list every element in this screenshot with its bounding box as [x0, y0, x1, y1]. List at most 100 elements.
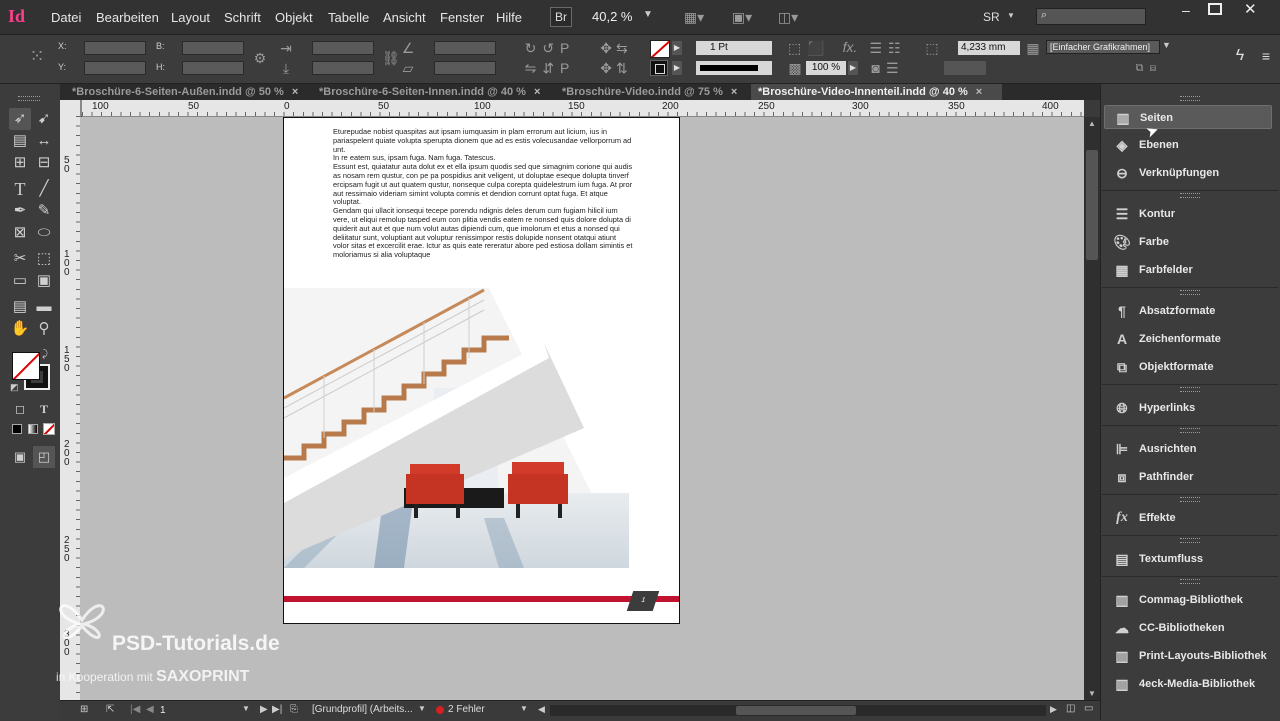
horizontal-scroll-thumb[interactable]	[736, 706, 856, 715]
stroke-menu-icon[interactable]: ▶	[672, 61, 682, 75]
layout-view-icon[interactable]: ▭	[1084, 703, 1093, 714]
gradient-feather-tool-icon[interactable]: ▣	[33, 270, 55, 292]
scroll-up-icon[interactable]: ▲	[1088, 119, 1096, 128]
link-scale-icon[interactable]: ⛓	[382, 49, 400, 67]
tools-grip[interactable]	[18, 96, 40, 101]
zoom-dropdown-icon[interactable]: ▼	[643, 9, 653, 20]
formatting-text-icon[interactable]: T	[33, 398, 55, 420]
tab-broschuere-innen[interactable]: *Broschüre-6-Seiten-Innen.indd @ 40 % ×	[313, 84, 559, 100]
formatting-container-icon[interactable]: ◻	[9, 398, 31, 420]
free-transform-tool-icon[interactable]: ⬚	[33, 248, 55, 270]
preflight-profile[interactable]: [Grundprofil] (Arbeits...	[312, 704, 412, 715]
default-colors-icon[interactable]: ◩	[10, 382, 19, 393]
fill-swatch[interactable]	[650, 40, 670, 58]
panel-group-grip[interactable]	[1180, 497, 1200, 502]
gap-tool-icon[interactable]: ↔	[33, 130, 55, 152]
normal-view-icon[interactable]: ▣	[9, 446, 31, 468]
menu-fenster[interactable]: Fenster	[440, 10, 484, 25]
scale-x-field[interactable]	[312, 41, 374, 55]
page-dropdown-icon[interactable]: ▼	[242, 704, 250, 713]
menu-datei[interactable]: Datei	[51, 10, 81, 25]
panel-group-grip[interactable]	[1180, 579, 1200, 584]
close-window-button[interactable]: ✕	[1244, 0, 1257, 18]
preview-mode-icon[interactable]: ◰	[33, 446, 55, 468]
stroke-weight-field[interactable]: 1 Pt	[696, 41, 772, 55]
scissors-tool-icon[interactable]: ✂	[9, 248, 31, 270]
panel-cc-bibliotheken[interactable]: ☁ CC-Bibliotheken	[1104, 616, 1272, 640]
menu-bearbeiten[interactable]: Bearbeiten	[96, 10, 159, 25]
vertical-scroll-thumb[interactable]	[1086, 150, 1098, 260]
fill-menu-icon[interactable]: ▶	[672, 41, 682, 55]
content-collector-icon[interactable]: ⊞	[9, 152, 31, 174]
swap-colors-icon[interactable]: ⤸	[42, 349, 48, 360]
bridge-button[interactable]: Br	[550, 7, 572, 27]
interior-staircase-image[interactable]	[284, 288, 680, 570]
screen-mode-icon[interactable]: ▣▾	[728, 8, 756, 26]
close-tab-icon[interactable]: ×	[292, 86, 298, 98]
panel-absatzformate[interactable]: ¶ Absatzformate	[1104, 299, 1272, 323]
scroll-right-icon[interactable]: ▶	[1050, 704, 1057, 715]
maximize-button[interactable]	[1208, 3, 1222, 15]
last-page-icon[interactable]: ▶|	[272, 704, 282, 715]
stroke-type-select[interactable]	[696, 61, 772, 75]
menu-tabelle[interactable]: Tabelle	[328, 10, 369, 25]
body-text-frame[interactable]: Eturepudae nobist quaspitas aut ipsam iu…	[333, 127, 633, 260]
ellipse-tool-icon[interactable]: ⬭	[33, 222, 55, 244]
scroll-left-icon[interactable]: ◀	[538, 704, 545, 715]
close-tab-icon[interactable]: ×	[976, 86, 982, 98]
menu-layout[interactable]: Layout	[171, 10, 210, 25]
opacity-field[interactable]: 100 %	[806, 61, 846, 75]
view-options-icon[interactable]: ▦▾	[680, 8, 708, 26]
offset-field[interactable]: 4,233 mm	[958, 41, 1020, 55]
profile-dropdown-icon[interactable]: ▼	[418, 704, 426, 713]
height-field[interactable]	[182, 61, 244, 75]
apply-gradient-icon[interactable]	[28, 424, 38, 434]
frame-align-select[interactable]	[944, 61, 986, 75]
panel-kontur[interactable]: ☰ Kontur	[1104, 202, 1272, 226]
fill-color-box[interactable]	[12, 352, 40, 380]
panel-4eck-media-bibliothek[interactable]: ▥ 4eck-Media-Bibliothek	[1104, 672, 1272, 696]
panel-textumfluss[interactable]: ▤ Textumfluss	[1104, 547, 1272, 571]
menu-schrift[interactable]: Schrift	[224, 10, 261, 25]
object-style-actions-icon[interactable]: ⧉⧈	[1124, 59, 1174, 77]
panel-farbfelder[interactable]: ▦ Farbfelder	[1104, 258, 1272, 282]
menu-objekt[interactable]: Objekt	[275, 10, 313, 25]
x-field[interactable]	[84, 41, 146, 55]
y-field[interactable]	[84, 61, 146, 75]
fx-icon[interactable]: fx.	[840, 38, 860, 56]
line-tool-icon[interactable]: ╱	[33, 178, 55, 200]
select-content-icon[interactable]: ✥⇅	[594, 59, 638, 77]
apply-color-icon[interactable]	[12, 424, 22, 434]
object-style-dropdown-icon[interactable]: ▼	[1162, 40, 1171, 50]
panel-pathfinder[interactable]: ⧈ Pathfinder	[1104, 465, 1272, 489]
tab-broschuere-aussen[interactable]: *Broschüre-6-Seiten-Außen.indd @ 50 % ×	[66, 84, 316, 100]
open-export-icon[interactable]: ⇱	[106, 704, 114, 715]
next-page-icon[interactable]: ▶	[260, 704, 268, 715]
panel-hyperlinks[interactable]: 🌐︎ Hyperlinks	[1104, 396, 1272, 420]
panel-group-grip[interactable]	[1180, 428, 1200, 433]
width-field[interactable]	[182, 41, 244, 55]
hand-tool-icon[interactable]: ✋	[9, 318, 31, 340]
panel-objektformate[interactable]: ⧉ Objektformate	[1104, 355, 1272, 379]
tab-broschuere-video[interactable]: *Broschüre-Video.indd @ 75 % ×	[556, 84, 748, 100]
arrange-documents-icon[interactable]: ◫▾	[774, 8, 802, 26]
flip-buttons-icon[interactable]: ⇋⇵P	[510, 59, 590, 77]
direct-selection-tool-icon[interactable]: ➹	[33, 108, 55, 130]
panel-print-layouts-bibliothek[interactable]: ▥ Print-Layouts-Bibliothek	[1104, 644, 1272, 668]
page-number-field[interactable]: 1	[158, 703, 248, 718]
object-style-select[interactable]: [Einfacher Grafikrahmen]	[1046, 40, 1160, 54]
select-container-icon[interactable]: ✥⇆	[594, 39, 638, 57]
horizontal-ruler[interactable]: 100 50 0 50 100 150 200 250 300 350 400	[82, 100, 1084, 117]
scroll-down-icon[interactable]: ▼	[1088, 689, 1096, 698]
note-tool-icon[interactable]: ▤	[9, 296, 31, 318]
lightning-icon[interactable]: ϟ	[1230, 47, 1250, 65]
preflight-panel-icon[interactable]: ⊞	[80, 704, 88, 715]
selection-tool-icon[interactable]: ➶	[9, 108, 31, 130]
close-tab-icon[interactable]: ×	[731, 86, 737, 98]
panel-group-grip[interactable]	[1180, 193, 1200, 198]
auto-fit-icon[interactable]: ⬚	[922, 39, 942, 57]
panel-farbe[interactable]: 🎨︎ Farbe	[1104, 230, 1272, 254]
constrain-proportions-icon[interactable]: ⚙	[252, 49, 268, 67]
gradient-swatch-tool-icon[interactable]: ▭	[9, 270, 31, 292]
panel-group-grip[interactable]	[1180, 96, 1200, 101]
